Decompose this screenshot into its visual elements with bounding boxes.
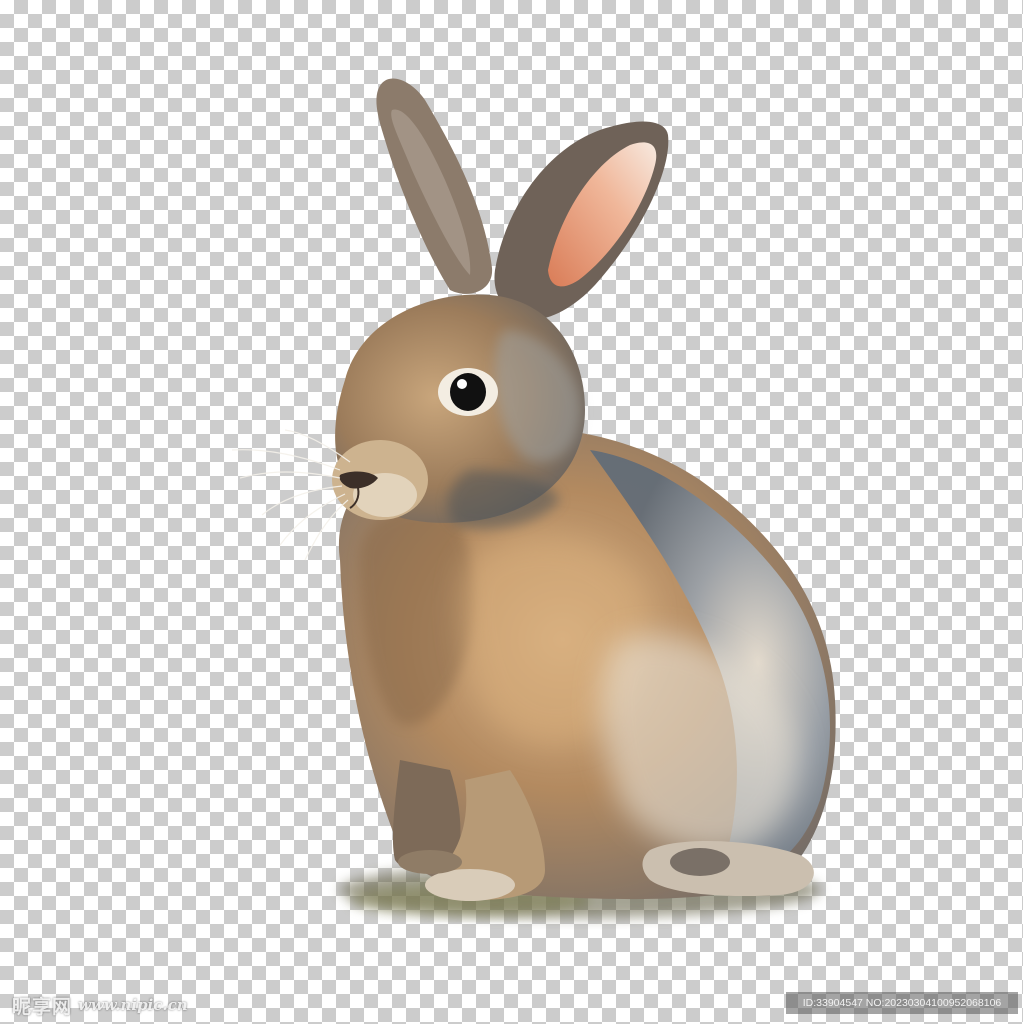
site-watermark: 昵享网 www.nipic.cn xyxy=(12,993,188,1018)
left-ear xyxy=(376,78,493,294)
rabbit-illustration xyxy=(231,78,836,918)
watermark-brand: 昵享网 xyxy=(12,995,73,1018)
whiskers xyxy=(231,429,351,561)
watermark-url: www.nipic.cn xyxy=(78,996,188,1014)
right-ear xyxy=(494,121,669,320)
rabbit-eye xyxy=(438,368,498,416)
image-id-label: ID:33904547 NO:20230304100952068106 xyxy=(786,992,1018,1014)
